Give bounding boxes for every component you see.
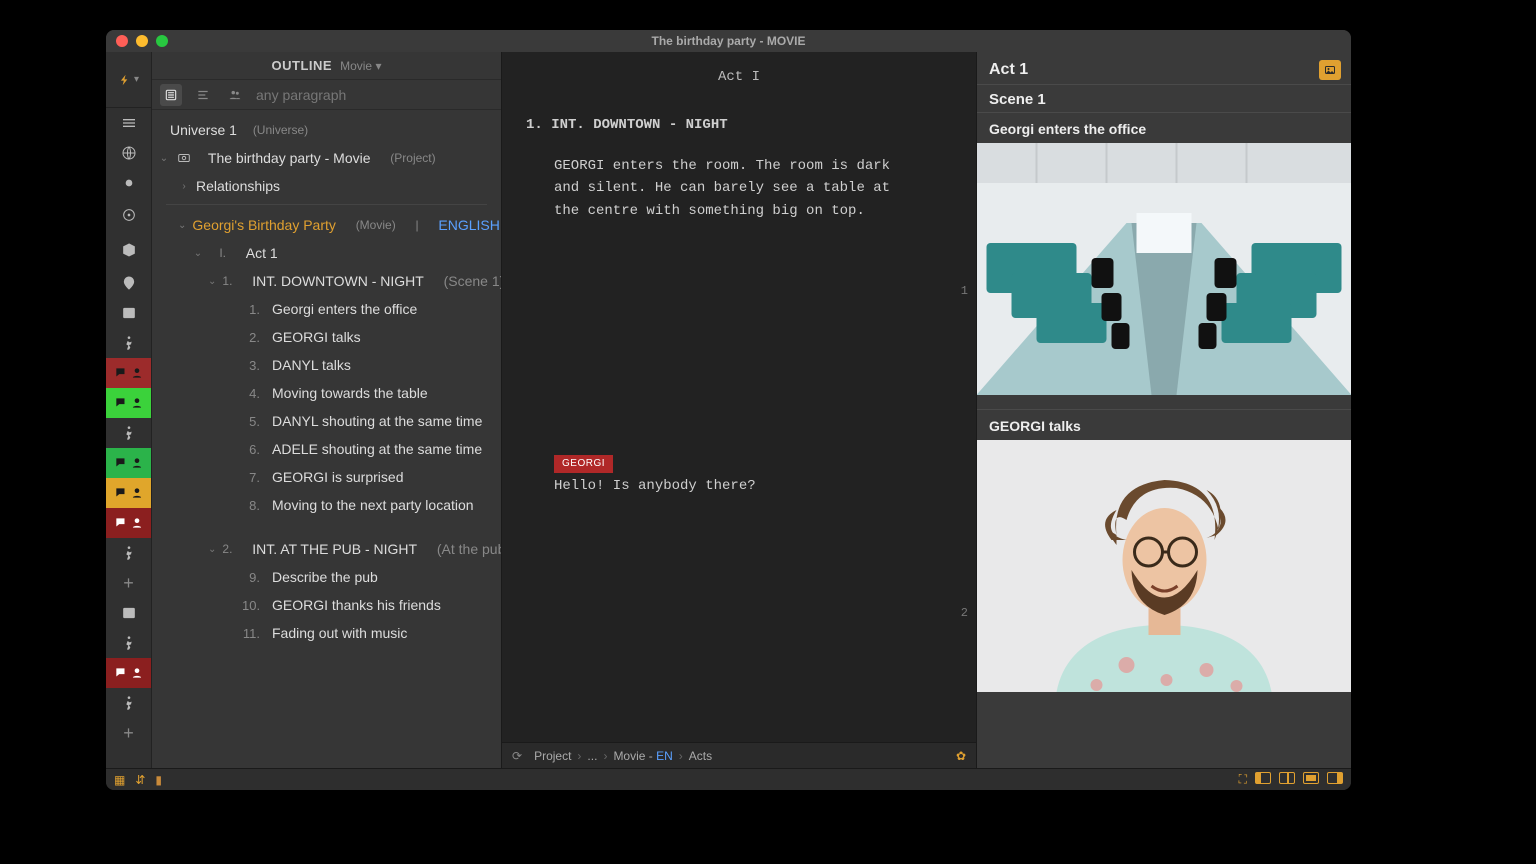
pin-icon[interactable] bbox=[106, 268, 151, 298]
page-number-1: 1 bbox=[961, 282, 968, 301]
tree-item[interactable]: 7.GEORGI is surprised bbox=[152, 463, 501, 491]
tree-item[interactable]: 11.Fading out with music bbox=[152, 619, 501, 647]
dialogue-chip-yellow[interactable] bbox=[106, 478, 151, 508]
tree-item[interactable]: 10.GEORGI thanks his friends bbox=[152, 591, 501, 619]
outline-header: OUTLINE bbox=[272, 58, 333, 73]
tree-item[interactable]: 9.Describe the pub bbox=[152, 563, 501, 591]
layout-split-icon[interactable] bbox=[1279, 772, 1295, 784]
window-title: The birthday party - MOVIE bbox=[106, 34, 1351, 48]
character-tag: GEORGI bbox=[554, 455, 613, 473]
status-icon-1[interactable]: ▦ bbox=[114, 773, 125, 787]
script-editor[interactable]: Act I 1. INT. DOWNTOWN - NIGHT GEORGI en… bbox=[502, 52, 976, 742]
tree-movie[interactable]: ⌄Georgi's Birthday Party (Movie) | ENGLI… bbox=[152, 211, 501, 239]
preview-act: Act 1 bbox=[989, 61, 1028, 79]
crumb-acts[interactable]: Acts bbox=[689, 749, 712, 763]
dialogue-chip-green[interactable] bbox=[106, 388, 151, 418]
preview-scene: Scene 1 bbox=[977, 85, 1351, 112]
layout-full-icon[interactable] bbox=[1303, 772, 1319, 784]
tree-item[interactable]: 8.Moving to the next party location bbox=[152, 491, 501, 519]
run-icon-4[interactable] bbox=[106, 628, 151, 658]
cube-icon[interactable] bbox=[106, 232, 151, 268]
act-heading: Act I bbox=[526, 66, 952, 88]
tree-act[interactable]: ⌄I. Act 1 bbox=[152, 239, 501, 267]
add-icon-2[interactable]: + bbox=[106, 718, 151, 748]
tree-item[interactable]: 5.DANYL shouting at the same time bbox=[152, 407, 501, 435]
gear-icon[interactable]: ✿ bbox=[956, 749, 966, 763]
breadcrumb: ⟳ Project› ...› Movie - EN› Acts ✿ bbox=[502, 742, 976, 768]
crumb-ellipsis[interactable]: ... bbox=[587, 749, 597, 763]
icon-rail: ▾ + bbox=[106, 52, 152, 768]
preview-image-office[interactable] bbox=[977, 143, 1351, 395]
run-icon[interactable] bbox=[106, 328, 151, 358]
status-icon-2[interactable]: ⇵ bbox=[135, 773, 145, 787]
tree-item[interactable]: 2.GEORGI talks bbox=[152, 323, 501, 351]
globe-icon[interactable] bbox=[106, 138, 151, 168]
view-list-icon[interactable] bbox=[160, 84, 182, 106]
run-icon-2[interactable] bbox=[106, 418, 151, 448]
outline-scope[interactable]: Movie ▾ bbox=[340, 59, 381, 73]
preview-pane: Act 1 Scene 1 Georgi enters the office bbox=[976, 52, 1351, 768]
crumb-movie[interactable]: Movie - EN bbox=[613, 749, 672, 763]
slugline: 1. INT. DOWNTOWN - NIGHT bbox=[526, 114, 952, 136]
tree-item[interactable]: 4.Moving towards the table bbox=[152, 379, 501, 407]
tree-item[interactable]: 6.ADELE shouting at the same time bbox=[152, 435, 501, 463]
bookmark-icon[interactable]: ▮ bbox=[155, 773, 162, 787]
rail-logo[interactable]: ▾ bbox=[106, 52, 151, 108]
dialogue-chip-darkred-2[interactable] bbox=[106, 658, 151, 688]
preview-card2-title: GEORGI talks bbox=[977, 410, 1351, 440]
dialogue-chip-red[interactable] bbox=[106, 358, 151, 388]
view-cards-icon[interactable] bbox=[192, 84, 214, 106]
fullscreen-icon[interactable]: ⛶ bbox=[1239, 772, 1247, 787]
action-paragraph: GEORGI enters the room. The room is dark… bbox=[554, 155, 914, 222]
add-icon[interactable]: + bbox=[106, 568, 151, 598]
crumb-project[interactable]: Project bbox=[534, 749, 571, 763]
dialogue-chip-green2[interactable] bbox=[106, 448, 151, 478]
tree-relationships[interactable]: ›Relationships bbox=[152, 172, 501, 200]
run-icon-5[interactable] bbox=[106, 688, 151, 718]
sync-icon[interactable]: ⟳ bbox=[512, 749, 522, 763]
dot-icon[interactable] bbox=[106, 168, 151, 198]
outline-pane: OUTLINE Movie ▾ Universe 1 (Universe)⌄ T… bbox=[152, 52, 502, 768]
tree-item[interactable]: 1.Georgi enters the office bbox=[152, 295, 501, 323]
run-icon-3[interactable] bbox=[106, 538, 151, 568]
view-people-icon[interactable] bbox=[224, 84, 246, 106]
script-pane: Act I 1. INT. DOWNTOWN - NIGHT GEORGI en… bbox=[502, 52, 976, 768]
target-icon[interactable] bbox=[106, 198, 151, 232]
tree-project[interactable]: ⌄ The birthday party - Movie (Project) bbox=[152, 144, 501, 172]
dialogue-chip-darkred[interactable] bbox=[106, 508, 151, 538]
tree-item[interactable]: 3.DANYL talks bbox=[152, 351, 501, 379]
film-icon-2[interactable] bbox=[106, 598, 151, 628]
layout-left-icon[interactable] bbox=[1255, 772, 1271, 784]
tree-scene[interactable]: ⌄2. INT. AT THE PUB - NIGHT (At the pub) bbox=[152, 535, 501, 563]
film-icon[interactable] bbox=[106, 298, 151, 328]
preview-image-person[interactable] bbox=[977, 440, 1351, 692]
rail-menu-icon[interactable] bbox=[106, 108, 151, 138]
tree-universe[interactable]: Universe 1 (Universe) bbox=[152, 116, 501, 144]
dialogue-line: Hello! Is anybody there? bbox=[554, 475, 952, 497]
image-mode-icon[interactable] bbox=[1319, 60, 1341, 80]
tree-scene[interactable]: ⌄1. INT. DOWNTOWN - NIGHT (Scene 1) bbox=[152, 267, 501, 295]
status-bar: ▦ ⇵ ▮ ⛶ bbox=[106, 768, 1351, 790]
search-input[interactable] bbox=[256, 87, 493, 103]
layout-right-icon[interactable] bbox=[1327, 772, 1343, 784]
titlebar: The birthday party - MOVIE bbox=[106, 30, 1351, 52]
preview-card1-title: Georgi enters the office bbox=[977, 113, 1351, 143]
page-number-2: 2 bbox=[961, 604, 968, 623]
